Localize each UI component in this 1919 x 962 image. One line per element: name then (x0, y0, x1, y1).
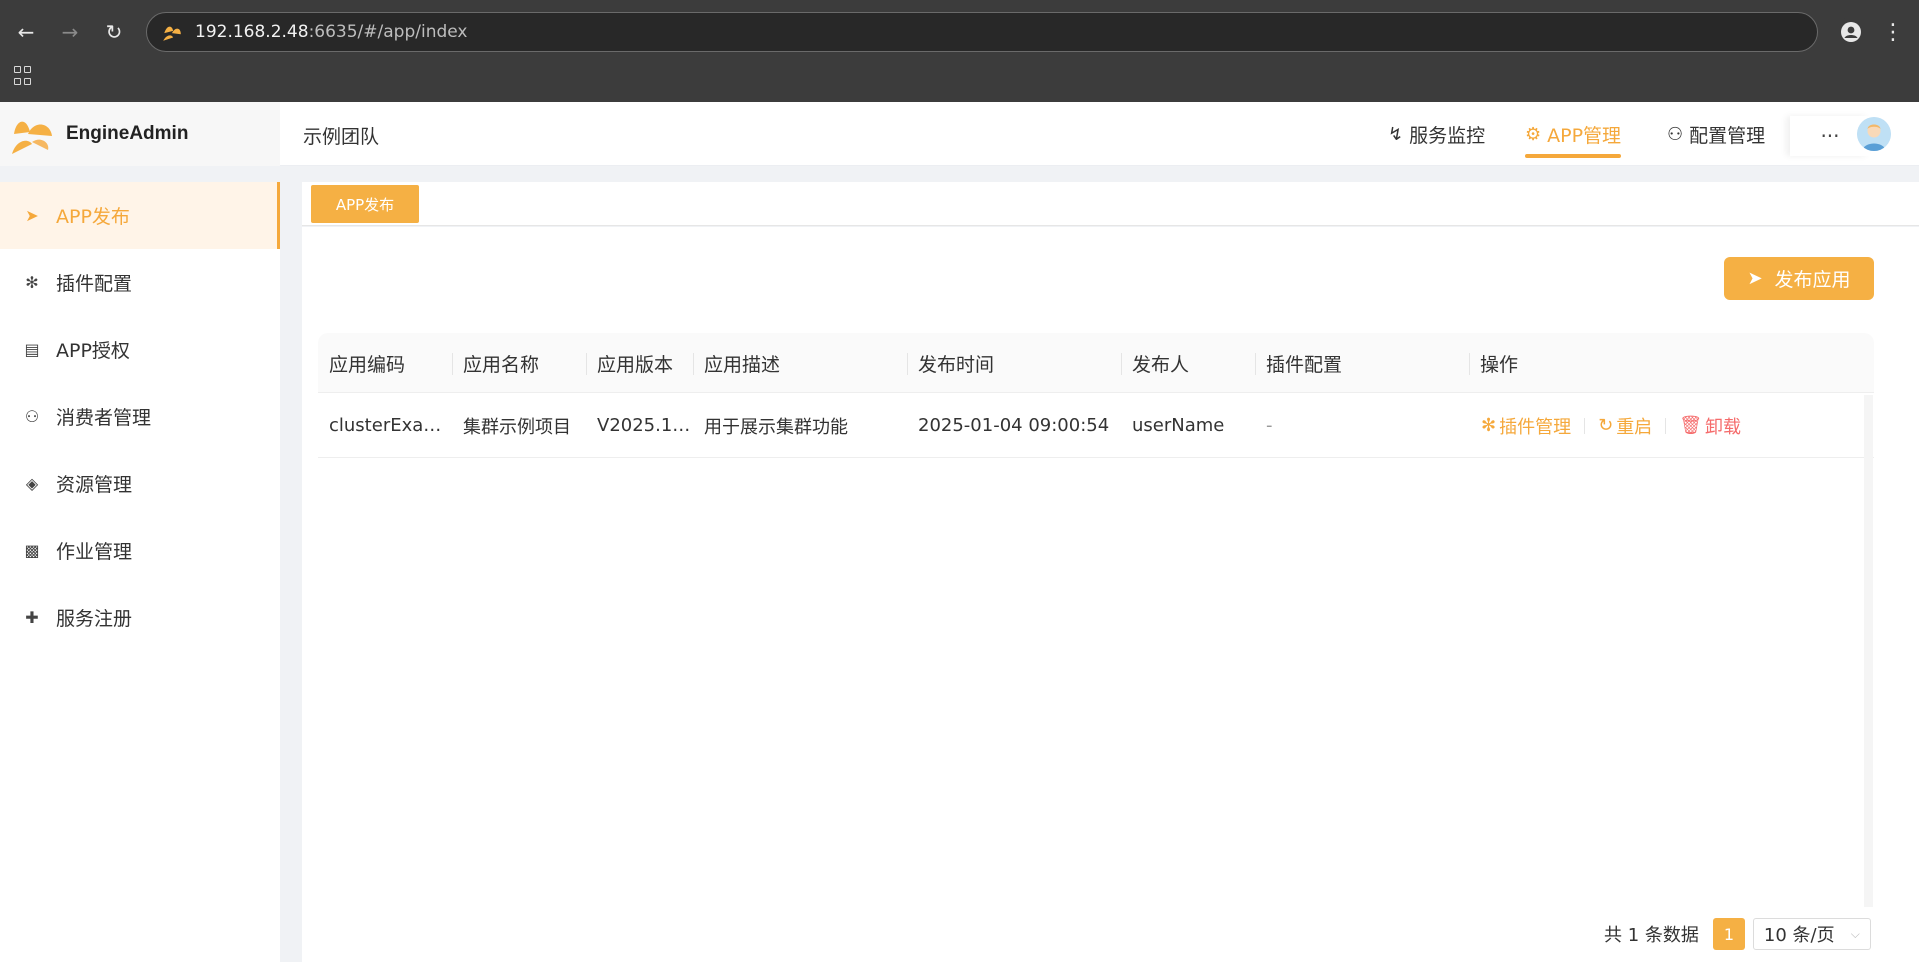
sidebar-item-plugin-config[interactable]: ✻ 插件配置 (0, 249, 280, 316)
cell-actions: ✻ 插件管理 ↻ 重启 🗑 卸载 (1469, 393, 1864, 458)
menu-icon[interactable]: ⋮ (1878, 16, 1908, 48)
col-header-desc: 应用描述 (693, 333, 907, 393)
browser-chrome: ← → ↻ 192.168.2.48:6635/#/app/index ⋮ (0, 0, 1919, 102)
send-icon: ➤ (25, 206, 39, 225)
sidebar-item-label: APP发布 (56, 206, 130, 228)
restart-label: 重启 (1616, 416, 1653, 438)
pagination: 共 1 条数据 1 10 条/页 ⌵ (1604, 917, 1871, 951)
topnav-label: 配置管理 (1689, 124, 1766, 147)
cell-version: V2025.1.... (586, 393, 693, 458)
uninstall-label: 卸载 (1705, 416, 1742, 438)
trash-icon: 🗑 (1679, 415, 1703, 436)
license-icon: ▤ (24, 340, 40, 359)
cell-desc: 用于展示集群功能 (693, 393, 907, 458)
users-icon: ⚇ (24, 407, 40, 426)
cell-desc-text: 用于展示集群功能 (704, 416, 848, 438)
cell-code-text: clusterExam... (329, 415, 452, 436)
address-bar[interactable]: 192.168.2.48:6635/#/app/index (146, 12, 1818, 52)
team-name: 示例团队 (303, 126, 380, 148)
publish-app-label: 发布应用 (1774, 269, 1851, 291)
user-add-icon: ✚ (25, 608, 39, 627)
cell-plugin-text: - (1266, 415, 1273, 436)
cell-publisher: userName (1121, 393, 1255, 458)
plugin-icon: ✻ (25, 273, 39, 292)
table-row: clusterExam... 集群示例项目 V2025.1.... 用于展示集群… (318, 393, 1874, 458)
cell-name: 集群示例项目 (452, 393, 586, 458)
action-divider (1584, 417, 1586, 434)
site-logo-icon (163, 26, 181, 41)
monitor-icon: ↯ (1388, 123, 1404, 145)
sidebar-item-label: 作业管理 (56, 541, 133, 563)
table-scrollbar[interactable] (1864, 395, 1873, 907)
sidebar: ➤ APP发布 ✻ 插件配置 ▤ APP授权 ⚇ 消费者管理 ◈ 资源管理 ▩ … (0, 182, 280, 962)
reload-icon[interactable]: ↻ (98, 16, 130, 48)
sidebar-item-label: APP授权 (56, 340, 130, 362)
cell-name-text: 集群示例项目 (463, 416, 571, 438)
page-size-select[interactable]: 10 条/页 ⌵ (1752, 918, 1871, 950)
sidebar-item-job-manage[interactable]: ▩ 作业管理 (0, 517, 280, 584)
chevron-down-icon: ⌵ (1850, 926, 1860, 941)
plugin-manage-label: 插件管理 (1499, 416, 1572, 438)
cell-plugin: - (1255, 393, 1469, 458)
col-header-name: 应用名称 (452, 333, 586, 393)
engine-logo-icon (12, 121, 52, 154)
topnav-label: APP管理 (1547, 124, 1622, 147)
action-divider (1665, 417, 1667, 434)
col-header-time: 发布时间 (907, 333, 1121, 393)
sidebar-item-resource-manage[interactable]: ◈ 资源管理 (0, 450, 280, 517)
profile-icon[interactable] (1836, 17, 1866, 47)
topnav-label: 服务监控 (1409, 124, 1486, 147)
forward-icon[interactable]: → (54, 16, 86, 48)
refresh-icon: ↻ (1598, 415, 1614, 436)
pagination-total: 共 1 条数据 (1604, 925, 1699, 946)
cell-publisher-text: userName (1132, 415, 1225, 436)
tabs-bar: APP发布 (302, 182, 1919, 226)
col-header-code: 应用编码 (329, 353, 406, 376)
top-header: 示例团队 ↯ 服务监控 ⚙ APP管理 ⚇ 配置管理 ··· (280, 102, 1919, 166)
sidebar-item-app-publish[interactable]: ➤ APP发布 (0, 182, 280, 249)
sidebar-item-app-license[interactable]: ▤ APP授权 (0, 316, 280, 383)
topnav-service-monitor[interactable]: ↯ 服务监控 (1388, 102, 1485, 166)
url-host: 192.168.2.48 (195, 22, 309, 42)
cell-time-text: 2025-01-04 09:00:54 (918, 415, 1110, 436)
avatar[interactable] (1857, 117, 1891, 151)
page-button-current[interactable]: 1 (1712, 918, 1745, 950)
page-size-value: 10 条/页 (1763, 925, 1835, 946)
app-logo-area[interactable]: EngineAdmin (0, 102, 280, 166)
col-header-publisher: 发布人 (1121, 333, 1255, 393)
sidebar-item-label: 资源管理 (56, 474, 133, 496)
apps-icon[interactable] (12, 64, 36, 88)
col-header-version: 应用版本 (586, 333, 693, 393)
tab-app-publish[interactable]: APP发布 (311, 185, 419, 223)
sidebar-item-label: 服务注册 (56, 608, 133, 630)
cell-version-text: V2025.1.... (597, 415, 693, 436)
url-path: :6635/#/app/index (308, 22, 468, 42)
topnav-config-manage[interactable]: ⚇ 配置管理 (1667, 102, 1765, 166)
gear-icon: ⚙ (1525, 123, 1542, 145)
cell-code: clusterExam... (318, 393, 452, 458)
app-title: EngineAdmin (66, 123, 189, 144)
send-icon: ➤ (1747, 268, 1763, 289)
col-header-actions: 操作 (1469, 333, 1864, 393)
sidebar-item-label: 消费者管理 (56, 407, 152, 429)
back-icon[interactable]: ← (10, 16, 42, 48)
sidebar-item-service-register[interactable]: ✚ 服务注册 (0, 584, 280, 651)
restart-button[interactable]: ↻ 重启 (1598, 413, 1652, 439)
table-header: 应用编码 应用名称 应用版本 应用描述 发布时间 发布人 插件配置 操作 (318, 333, 1874, 393)
job-icon: ▩ (24, 541, 40, 560)
publish-app-button[interactable]: ➤ 发布应用 (1724, 257, 1874, 300)
cell-time: 2025-01-04 09:00:54 (907, 393, 1121, 458)
layers-icon: ◈ (25, 474, 39, 493)
app-table: 应用编码 应用名称 应用版本 应用描述 发布时间 发布人 插件配置 操作 clu… (318, 333, 1874, 913)
plugin-icon: ✻ (1481, 415, 1497, 436)
sidebar-item-consumer-manage[interactable]: ⚇ 消费者管理 (0, 383, 280, 450)
uninstall-button[interactable]: 🗑 卸载 (1679, 413, 1741, 439)
sidebar-item-label: 插件配置 (56, 273, 133, 295)
topnav-app-manage[interactable]: ⚙ APP管理 (1525, 102, 1622, 166)
config-icon: ⚇ (1667, 123, 1684, 145)
col-header-plugin: 插件配置 (1255, 333, 1469, 393)
main-panel: ➤ 发布应用 应用编码 应用名称 应用版本 应用描述 发布时间 发布人 插件配置… (302, 227, 1919, 962)
plugin-manage-button[interactable]: ✻ 插件管理 (1481, 413, 1571, 439)
